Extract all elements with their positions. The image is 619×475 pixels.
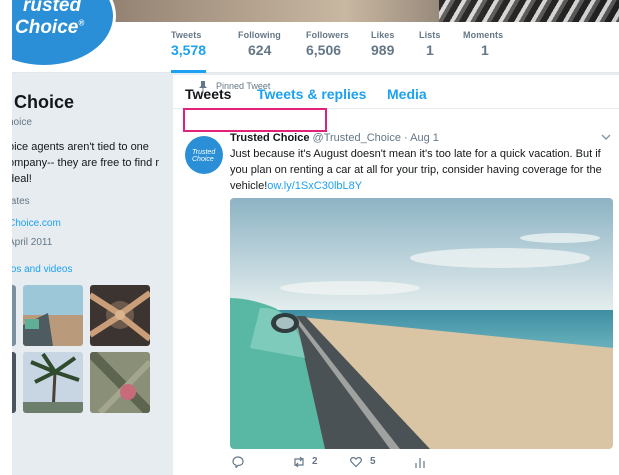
photo-thumbnail[interactable] — [12, 352, 16, 413]
logo-text: Choice® — [15, 17, 85, 38]
stat-following[interactable]: Following 624 — [238, 30, 281, 58]
tweet-author[interactable]: Trusted Choice — [230, 132, 309, 144]
tweet-media-image[interactable] — [230, 198, 613, 449]
pinned-tweet-label: Pinned Tweet — [216, 81, 271, 91]
chevron-down-icon[interactable] — [601, 133, 611, 141]
stat-value: 624 — [248, 42, 272, 58]
tweet-text: Just because it's August doesn't mean it… — [230, 146, 610, 194]
photo-thumbnail[interactable] — [23, 285, 83, 346]
stat-label: Followers — [306, 30, 349, 40]
tweet-handle[interactable]: @Trusted_Choice — [313, 132, 401, 144]
stat-likes[interactable]: Likes 989 — [371, 30, 395, 58]
timeline: Tweets Tweets & replies Media Pinned Twe… — [173, 75, 619, 475]
photo-thumbnail[interactable] — [12, 285, 16, 346]
stat-value: 3,578 — [171, 42, 207, 58]
page-margin — [0, 0, 12, 475]
profile-handle: hoice — [12, 117, 32, 128]
like-count: 5 — [370, 456, 376, 467]
stat-value: 1 — [481, 42, 489, 58]
stat-moments[interactable]: Moments 1 — [463, 30, 503, 58]
photos-videos-link[interactable]: tos and videos — [12, 264, 73, 275]
stat-value: 6,506 — [306, 42, 342, 58]
tab-tweets-replies[interactable]: Tweets & replies — [257, 86, 366, 102]
photo-thumbnail[interactable] — [90, 285, 150, 346]
pin-icon — [199, 81, 207, 93]
logo-text: rusted — [23, 0, 82, 16]
avatar[interactable]: Trusted Choice — [185, 136, 223, 174]
photo-thumbnail[interactable] — [23, 352, 83, 413]
reply-icon[interactable] — [232, 456, 244, 468]
stat-label: Likes — [371, 30, 395, 40]
pinned-highlight-box — [183, 108, 327, 132]
profile-location: tates — [12, 196, 30, 207]
profile-name: l Choice — [12, 92, 75, 112]
stat-value: 989 — [371, 42, 395, 58]
twitter-profile-page: Tweets 3,578 Following 624 Followers 6,5… — [12, 0, 619, 475]
stat-label: Tweets — [171, 30, 202, 40]
tweet-header: Trusted Choice @Trusted_Choice · Aug 1 — [230, 132, 439, 144]
stat-lists[interactable]: Lists 1 — [419, 30, 441, 58]
tweet-separator: · — [400, 132, 411, 144]
like-icon[interactable] — [350, 456, 362, 468]
analytics-icon[interactable] — [415, 456, 425, 468]
tweet-link[interactable]: ow.ly/1SxC30lbL8Y — [267, 180, 362, 192]
stat-label: Moments — [463, 30, 504, 40]
stat-followers[interactable]: Followers 6,506 — [306, 30, 349, 58]
stat-value: 1 — [426, 42, 434, 58]
stat-label: Following — [238, 30, 281, 40]
tab-media[interactable]: Media — [387, 86, 427, 102]
profile-bio: oice agents aren't tied to one ompany-- … — [12, 141, 160, 185]
profile-joined: April 2011 — [12, 237, 53, 248]
retweet-count: 2 — [312, 456, 318, 467]
profile-url[interactable]: Choice.com — [12, 218, 61, 229]
stat-label: Lists — [419, 30, 441, 40]
photo-thumbnail[interactable] — [90, 352, 150, 413]
stat-tweets[interactable]: Tweets 3,578 — [171, 30, 207, 73]
tweet-actions: 2 5 — [230, 456, 613, 474]
tweet-date[interactable]: Aug 1 — [410, 132, 439, 144]
retweet-icon[interactable] — [292, 456, 306, 468]
